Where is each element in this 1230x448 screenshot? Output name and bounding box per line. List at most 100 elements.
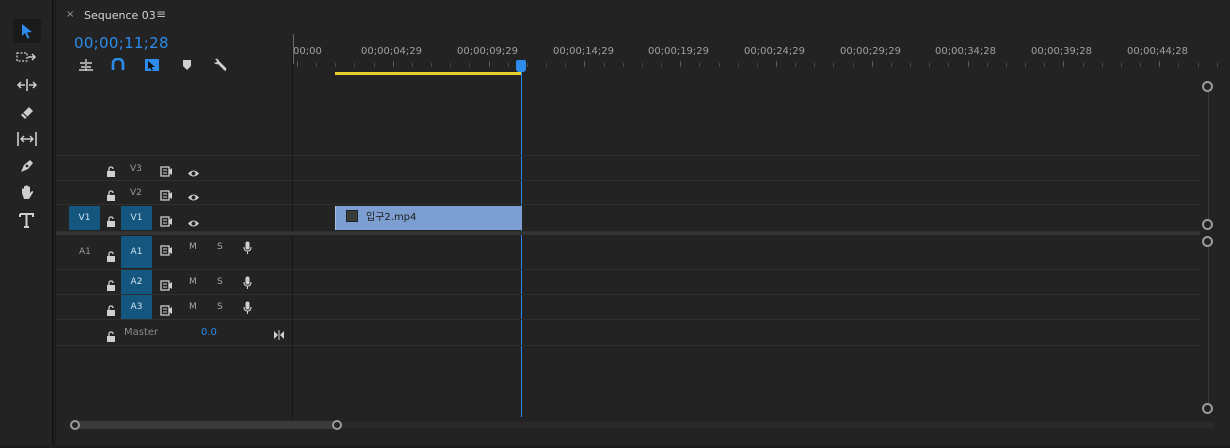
video-scroll-handle[interactable]	[1202, 219, 1213, 230]
ruler-tick	[1178, 63, 1180, 67]
ruler-label: 00;00;19;29	[648, 46, 710, 57]
microphone-icon[interactable]	[243, 300, 252, 319]
lock-icon[interactable]	[106, 162, 116, 177]
ruler-tick	[1063, 61, 1065, 67]
ruler-tick	[1120, 63, 1122, 67]
ruler-label: 00;00;34;28	[935, 46, 997, 57]
mute-button[interactable]: M	[189, 302, 197, 312]
ruler-tick	[622, 63, 624, 67]
fx-badge-icon	[346, 210, 358, 222]
lock-icon[interactable]	[106, 301, 116, 316]
lock-icon[interactable]	[106, 212, 116, 227]
sequence-title[interactable]: Sequence 03	[84, 9, 156, 22]
linked-selection-icon[interactable]	[142, 56, 162, 74]
ruler-tick	[814, 63, 816, 67]
track-v1: V1 V1	[56, 205, 1200, 232]
ruler-tick	[1025, 63, 1027, 67]
audio-scroll-handle[interactable]	[1202, 403, 1213, 414]
ruler-tick	[910, 63, 912, 67]
source-patch-a1[interactable]: A1	[79, 247, 91, 257]
pen-icon[interactable]	[13, 154, 41, 178]
microphone-icon[interactable]	[243, 240, 252, 259]
mute-button[interactable]: M	[189, 242, 197, 252]
zoom-handle-left[interactable]	[70, 420, 80, 430]
selection-tool-icon[interactable]	[13, 19, 41, 43]
lock-icon[interactable]	[106, 186, 116, 201]
ruler-tick	[431, 63, 433, 67]
solo-button[interactable]: S	[217, 242, 223, 252]
video-scroll-handle[interactable]	[1202, 81, 1213, 92]
ruler-tick	[450, 63, 452, 67]
eye-icon[interactable]	[187, 187, 200, 206]
track-name[interactable]: V3	[130, 164, 142, 174]
type-icon[interactable]	[13, 208, 41, 232]
slip-icon[interactable]	[13, 127, 41, 151]
source-patch-v1[interactable]: V1	[69, 206, 100, 230]
lock-icon[interactable]	[106, 276, 116, 291]
ruler-tick	[1082, 63, 1084, 67]
ruler-tick	[1197, 63, 1199, 67]
ruler-tick	[1044, 63, 1046, 67]
ruler-tick	[411, 63, 413, 67]
track-header-a1: A1 A1 M S	[56, 235, 292, 269]
lock-icon[interactable]	[106, 327, 116, 342]
microphone-icon[interactable]	[243, 275, 252, 294]
time-ruler[interactable]: 00;00 00;00;04;29 00;00;09;29 00;00;14;2…	[293, 34, 1205, 76]
track-select-forward-icon[interactable]	[13, 46, 41, 70]
tab-close-icon[interactable]: ×	[66, 9, 74, 20]
solo-button[interactable]: S	[217, 277, 223, 287]
sync-lock-icon[interactable]	[160, 241, 173, 260]
eye-icon[interactable]	[187, 213, 200, 232]
ruler-tick	[776, 61, 777, 67]
ruler-label: 00;00;24;29	[744, 46, 806, 57]
mute-button[interactable]: M	[189, 277, 197, 287]
audio-vscroll-track[interactable]	[1208, 244, 1209, 408]
timeline-tab: × Sequence 03 ≡	[56, 0, 1230, 32]
track-v3: V3	[56, 155, 1200, 181]
track-target-a3[interactable]: A3	[121, 295, 152, 319]
hand-icon[interactable]	[13, 181, 41, 205]
ruler-tick	[756, 63, 758, 67]
playhead-timecode[interactable]: 00;00;11;28	[74, 34, 169, 52]
zoom-handle-right[interactable]	[332, 420, 342, 430]
sync-lock-icon[interactable]	[160, 186, 173, 205]
sync-lock-icon[interactable]	[160, 212, 173, 231]
video-vscroll-track[interactable]	[1208, 88, 1209, 228]
sync-lock-icon[interactable]	[160, 162, 173, 181]
audio-scroll-handle[interactable]	[1202, 236, 1213, 247]
zoom-scroll-thumb[interactable]	[76, 421, 338, 429]
track-target-a1[interactable]: A1	[121, 236, 152, 268]
master-volume-value[interactable]: 0.0	[201, 327, 217, 338]
track-header-a2: A2 M S	[56, 270, 292, 294]
ruler-label: 00;00	[293, 46, 322, 57]
solo-button[interactable]: S	[217, 302, 223, 312]
work-area-bar[interactable]	[335, 72, 522, 75]
insert-nested-icon[interactable]	[76, 56, 96, 74]
track-name[interactable]: V2	[130, 188, 142, 198]
razor-icon[interactable]	[13, 100, 41, 124]
sync-lock-icon[interactable]	[160, 301, 173, 320]
settings-wrench-icon[interactable]	[210, 56, 230, 74]
track-target-v1[interactable]: V1	[121, 206, 152, 230]
ruler-tick	[890, 63, 892, 67]
lock-icon[interactable]	[106, 247, 116, 262]
ripple-edit-icon[interactable]	[13, 73, 41, 97]
ruler-label: 00;00;39;28	[1031, 46, 1093, 57]
track-target-a2[interactable]: A2	[121, 270, 152, 294]
sync-lock-icon[interactable]	[160, 276, 173, 295]
ruler-tick	[603, 63, 605, 67]
ruler-label: 00;00;09;29	[457, 46, 519, 57]
ruler-tick	[680, 61, 682, 67]
ruler-tick	[986, 63, 988, 67]
ruler-tick	[795, 63, 797, 67]
clip-video[interactable]: 입구2.mp4	[335, 206, 522, 230]
go-to-edge-icon[interactable]	[273, 325, 285, 344]
timeline-zoom-scrollbar[interactable]	[70, 420, 1215, 430]
tools-panel	[0, 0, 53, 445]
ruler-label: 00;00;44;28	[1127, 46, 1189, 57]
ruler-tick	[967, 61, 969, 67]
panel-menu-icon[interactable]: ≡	[156, 7, 166, 21]
snap-icon[interactable]	[108, 56, 128, 74]
playhead-handle[interactable]	[516, 60, 526, 72]
add-marker-icon[interactable]	[177, 56, 197, 74]
